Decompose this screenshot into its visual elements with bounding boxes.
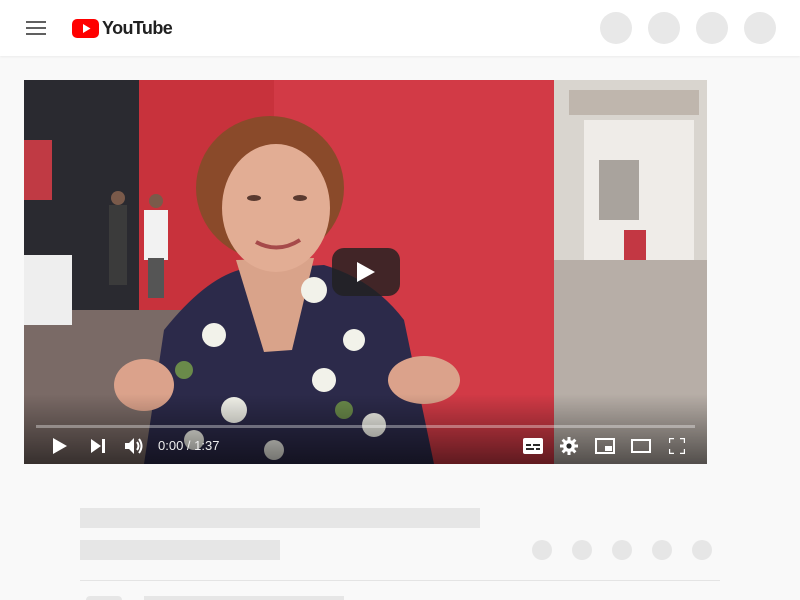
mute-button[interactable]	[120, 432, 150, 460]
settings-button[interactable]	[554, 432, 584, 460]
miniplayer-icon	[595, 438, 615, 454]
large-play-button[interactable]	[332, 248, 400, 296]
volume-icon	[125, 438, 143, 454]
fullscreen-button[interactable]	[662, 432, 692, 460]
action-button-placeholder	[652, 540, 672, 560]
theater-mode-icon	[631, 439, 651, 453]
hamburger-menu-icon	[26, 21, 46, 35]
subtitles-icon	[523, 438, 543, 454]
header-action-placeholder[interactable]	[600, 12, 632, 44]
play-icon	[53, 438, 67, 454]
video-player[interactable]: 0:00 / 1:37	[24, 80, 707, 464]
skip-next-icon	[91, 439, 105, 453]
youtube-play-logo-icon	[72, 18, 99, 38]
logo-text: YouTube	[102, 18, 173, 38]
gear-icon	[560, 437, 578, 455]
masthead: YouTube	[0, 0, 800, 56]
channel-name-placeholder	[144, 596, 344, 600]
youtube-logo[interactable]: YouTube	[72, 17, 173, 39]
divider	[80, 580, 720, 581]
miniplayer-button[interactable]	[590, 432, 620, 460]
header-action-placeholder[interactable]	[696, 12, 728, 44]
subtitles-button[interactable]	[518, 432, 548, 460]
theater-mode-button[interactable]	[626, 432, 656, 460]
action-button-placeholder	[692, 540, 712, 560]
metadata-placeholder	[80, 540, 280, 560]
avatar-placeholder[interactable]	[744, 12, 776, 44]
header-action-placeholder[interactable]	[648, 12, 680, 44]
guide-menu-button[interactable]	[16, 8, 56, 48]
channel-avatar-placeholder	[86, 596, 122, 600]
play-icon	[357, 262, 375, 282]
progress-bar[interactable]	[36, 425, 695, 428]
fullscreen-icon	[669, 438, 685, 454]
play-button[interactable]	[46, 432, 74, 460]
action-button-placeholder	[612, 540, 632, 560]
title-placeholder	[80, 508, 480, 528]
time-display: 0:00 / 1:37	[158, 438, 220, 453]
action-button-placeholder	[572, 540, 592, 560]
action-button-placeholder	[532, 540, 552, 560]
next-button[interactable]	[84, 432, 112, 460]
